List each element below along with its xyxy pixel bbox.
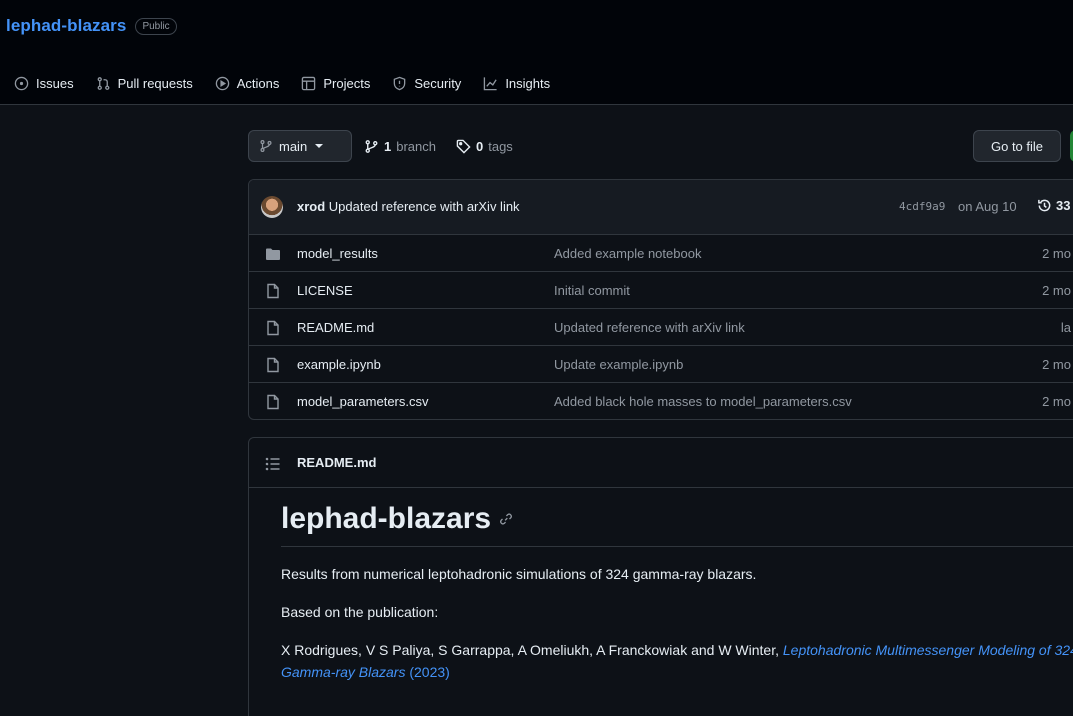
git-branch-icon (365, 139, 378, 153)
tab-label: Insights (505, 75, 551, 91)
git-branch-icon (260, 140, 272, 152)
tag-label: tags (488, 138, 513, 154)
file-icon (267, 394, 279, 410)
tag-icon (456, 139, 471, 154)
commit-author[interactable]: xrod (297, 199, 325, 214)
file-commit-message[interactable]: Initial commit (554, 283, 630, 298)
file-age: la (1060, 320, 1071, 335)
citation-authors: X Rodrigues, V S Paliya, S Garrappa, A O… (281, 642, 783, 658)
readme-title: lephad-blazars (281, 502, 1073, 547)
repo-name-link[interactable]: lephad-blazars (6, 16, 126, 36)
latest-commit-text: xrod Updated reference with arXiv link (297, 199, 520, 214)
play-icon (215, 76, 229, 90)
branch-select-button[interactable]: main (248, 130, 352, 162)
shield-icon (394, 76, 406, 90)
file-icon (267, 320, 279, 336)
file-icon (267, 357, 279, 373)
tab-label: Projects (323, 75, 371, 91)
repo-title: lephad-blazars Public (6, 16, 177, 36)
tags-link[interactable]: 0 tags (456, 130, 513, 162)
file-age: 2 mo (1042, 246, 1071, 261)
tab-security[interactable]: Security (392, 76, 461, 91)
tab-pull-requests[interactable]: Pull requests (96, 76, 193, 91)
tab-label: Security (414, 75, 462, 91)
tab-label: Pull requests (117, 75, 193, 91)
folder-icon (266, 248, 280, 260)
branch-bar: main 1 branch 0 tags Go to file (248, 130, 1073, 162)
repo-nav-tabs: Issues Pull requests Actions Projects Se… (14, 70, 572, 96)
branches-link[interactable]: 1 branch (364, 130, 436, 162)
file-commit-message[interactable]: Update example.ipynb (554, 357, 683, 372)
file-commit-message[interactable]: Added example notebook (554, 246, 701, 261)
tab-label: Actions (236, 75, 280, 91)
readme-panel: README.md lephad-blazars Results from nu… (248, 437, 1073, 716)
tab-projects[interactable]: Projects (301, 76, 370, 91)
file-icon (267, 283, 279, 299)
caret-down-icon (315, 144, 324, 148)
branch-label: branch (396, 138, 436, 154)
file-name[interactable]: LICENSE (297, 283, 353, 298)
file-row: example.ipynb Update example.ipynb 2 mo (249, 346, 1073, 383)
table-icon (302, 76, 316, 90)
file-age: 2 mo (1042, 394, 1071, 409)
repo-header: lephad-blazars Public Issues Pull reques… (0, 0, 1073, 105)
file-row: LICENSE Initial commit 2 mo (249, 272, 1073, 309)
tab-insights[interactable]: Insights (483, 76, 550, 91)
history-icon (1038, 199, 1051, 212)
graph-icon (484, 76, 497, 90)
branch-count: 1 (384, 138, 392, 154)
readme-description: Results from numerical leptohadronic sim… (281, 566, 757, 582)
file-name[interactable]: example.ipynb (297, 357, 381, 372)
git-pull-request-icon (97, 76, 109, 90)
file-commit-message[interactable]: Updated reference with arXiv link (554, 320, 745, 335)
file-age: 2 mo (1042, 357, 1071, 372)
list-unordered-icon[interactable] (265, 456, 281, 472)
tab-label: Issues (36, 75, 74, 91)
readme-publication-intro: Based on the publication: (281, 604, 439, 620)
file-browser: xrod Updated reference with arXiv link 4… (248, 179, 1073, 420)
tag-count: 0 (476, 138, 484, 154)
paper-year: (2023) (405, 664, 450, 680)
file-age: 2 mo (1042, 283, 1071, 298)
file-row: README.md Updated reference with arXiv l… (249, 309, 1073, 346)
readme-title-text: lephad-blazars (281, 502, 492, 535)
avatar[interactable] (261, 196, 283, 218)
file-row: model_parameters.csv Added black hole ma… (249, 383, 1073, 419)
visibility-badge: Public (135, 17, 177, 35)
tab-issues[interactable]: Issues (14, 76, 74, 91)
commit-date: on Aug 10 (958, 199, 1017, 214)
latest-commit-row: xrod Updated reference with arXiv link 4… (249, 180, 1073, 235)
tab-actions[interactable]: Actions (215, 75, 280, 91)
readme-citation: X Rodrigues, V S Paliya, S Garrappa, A O… (281, 639, 1073, 683)
go-to-file-button[interactable]: Go to file (973, 130, 1061, 162)
link-icon[interactable] (499, 512, 513, 526)
commit-hash[interactable]: 4cdf9a9 (899, 200, 945, 213)
file-name[interactable]: README.md (297, 320, 374, 335)
file-commit-message[interactable]: Added black hole masses to model_paramet… (554, 394, 852, 409)
commit-message[interactable]: Updated reference with arXiv link (329, 199, 520, 214)
readme-header: README.md (249, 438, 1073, 488)
file-name[interactable]: model_results (297, 246, 378, 261)
readme-content: lephad-blazars Results from numerical le… (281, 502, 1073, 683)
branch-name: main (279, 138, 308, 154)
file-name[interactable]: model_parameters.csv (297, 394, 429, 409)
readme-filename: README.md (297, 455, 377, 470)
commit-history-link[interactable]: 33 (1037, 198, 1070, 213)
issue-opened-icon (14, 76, 29, 90)
file-row: model_results Added example notebook 2 m… (249, 235, 1073, 272)
history-count: 33 (1056, 198, 1071, 213)
